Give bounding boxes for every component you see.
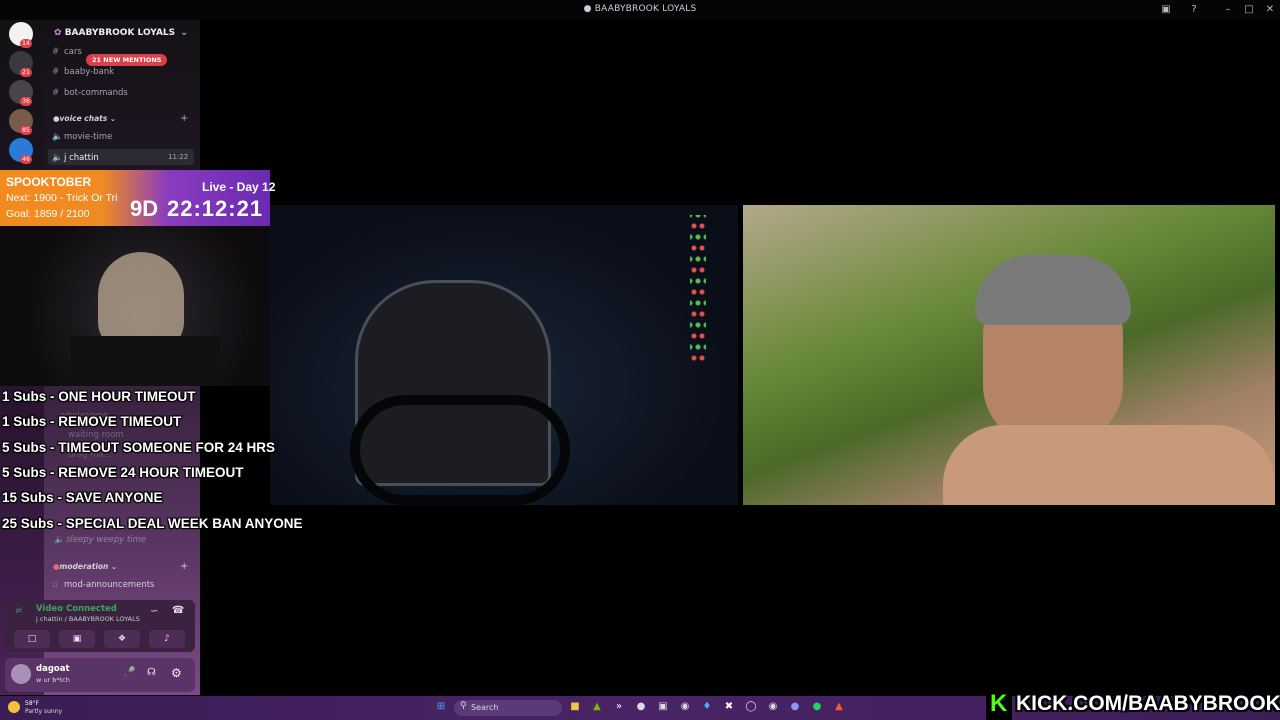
hash-icon: # xyxy=(52,67,60,77)
noise-suppression-icon[interactable]: ∽ xyxy=(150,606,158,617)
steering-wheel xyxy=(350,395,570,505)
screen-share-icon: ▣ xyxy=(72,634,82,644)
user-status: w ur b*tch xyxy=(36,676,70,684)
person-hair xyxy=(975,255,1131,325)
hash-icon: # xyxy=(52,88,60,98)
goal-progress: Goal: 1859 / 2100 xyxy=(6,208,90,220)
help-icon[interactable]: ? xyxy=(1186,2,1202,18)
soundboard-button[interactable]: ♪ xyxy=(149,630,185,648)
windows-start-icon[interactable]: ⊞ xyxy=(434,700,448,714)
video-feed-center[interactable] xyxy=(270,205,738,505)
category-moderation[interactable]: ●moderation ⌄ xyxy=(53,562,117,571)
spotify-icon[interactable]: ● xyxy=(810,700,824,714)
voice-status-channel[interactable]: j chattin / BAABYBROOK LOYALS xyxy=(36,615,140,623)
capcut-icon[interactable]: ✖ xyxy=(722,700,736,714)
sub-rule: 1 Subs - ONE HOUR TIMEOUT xyxy=(2,389,196,404)
channel-bot-commands[interactable]: # bot-commands xyxy=(52,88,128,98)
next-icon[interactable]: » xyxy=(612,700,626,714)
new-mentions-pill[interactable]: 21 NEW MENTIONS xyxy=(86,54,168,66)
weather-desc: Partly sunny xyxy=(25,708,63,715)
capture-icon[interactable]: ▣ xyxy=(656,700,670,714)
kick-url: KICK.COM/BAABYBROOK xyxy=(1016,692,1280,715)
sub-rule: 1 Subs - REMOVE TIMEOUT xyxy=(2,414,182,430)
screen-share-button[interactable]: ▣ xyxy=(59,630,95,648)
discord-icon: ● xyxy=(583,4,592,14)
timer-days: 9D xyxy=(130,196,159,221)
chrome-icon[interactable]: ◉ xyxy=(766,700,780,714)
sub-rule: 15 Subs - SAVE ANYONE xyxy=(2,490,163,506)
channel-baaby-bank[interactable]: # baaby-bank xyxy=(52,67,114,77)
live-day: Live - Day 12 xyxy=(202,180,276,194)
app-icon[interactable]: ♦ xyxy=(700,700,714,714)
sub-rule: 5 Subs - REMOVE 24 HOUR TIMEOUT xyxy=(2,464,244,480)
kick-banner: K KICK.COM/BAABYBROOK xyxy=(986,688,1280,720)
speaker-icon: 🔈 xyxy=(52,153,63,163)
timer-clock: 22:12:21 xyxy=(167,196,264,221)
sub-rule: 5 Subs - TIMEOUT SOMEONE FOR 24 HRS xyxy=(2,439,276,455)
weather-temp: 58°F xyxy=(25,700,40,707)
camera-toggle-button[interactable]: □ xyxy=(14,630,50,648)
channel-cars[interactable]: # cars xyxy=(52,47,82,57)
streamer-webcam xyxy=(0,226,284,386)
close-button[interactable]: ✕ xyxy=(1262,2,1278,18)
file-explorer-icon[interactable]: ■ xyxy=(568,700,582,714)
chevron-down-icon[interactable]: ⌄ xyxy=(180,27,188,38)
steam-icon[interactable]: ◉ xyxy=(678,700,692,714)
brave-icon[interactable]: ▲ xyxy=(832,700,846,714)
streamer-shirt xyxy=(70,336,220,386)
channel-mod-announcements[interactable]: ▫ mod-announcements xyxy=(52,580,154,590)
event-title: SPOOKTOBER xyxy=(6,175,92,189)
window-title: ● BAABYBROOK LOYALS xyxy=(583,4,697,14)
add-channel-icon[interactable]: + xyxy=(180,561,188,572)
video-feed-right[interactable] xyxy=(743,205,1275,505)
mention-badge: 85 xyxy=(20,126,32,135)
sub-rule: 25 Subs - SPECIAL DEAL WEEK BAN ANYONE xyxy=(2,515,303,531)
avatar[interactable] xyxy=(11,664,31,684)
christmas-lights xyxy=(690,215,706,365)
speaker-icon: 🔈 xyxy=(54,535,65,545)
inbox-icon[interactable]: ▣ xyxy=(1158,2,1174,18)
add-channel-icon[interactable]: + xyxy=(180,113,188,124)
search-placeholder: Search xyxy=(471,703,499,712)
weather-icon[interactable] xyxy=(8,701,20,713)
soundboard-icon: ♪ xyxy=(164,634,170,644)
camera-off-icon: □ xyxy=(27,634,37,644)
mention-badge: 14 xyxy=(20,39,32,48)
mention-badge: 36 xyxy=(20,97,32,106)
server-icon: ✿ xyxy=(54,28,62,38)
nvidia-icon[interactable]: ▲ xyxy=(590,700,604,714)
voice-status-label: Video Connected xyxy=(36,604,117,614)
mention-badge: 46 xyxy=(20,155,32,164)
gear-icon[interactable]: ⚙ xyxy=(171,666,182,680)
mention-badge: 21 xyxy=(20,68,32,77)
channel-sleepy-weepy-time[interactable]: 🔈sleepy weepy time xyxy=(54,535,146,545)
person-shoulders xyxy=(943,425,1275,505)
next-goal: Next: 1900 - Trick Or Tri xyxy=(6,192,118,204)
search-icon: ⚲ xyxy=(460,701,467,711)
headphones-icon[interactable]: ☊ xyxy=(147,667,156,678)
activities-icon: ❖ xyxy=(117,634,127,644)
hash-icon: # xyxy=(52,47,60,57)
speaker-icon: 🔈 xyxy=(52,132,63,142)
server-header[interactable]: ✿ BAABYBROOK LOYALS xyxy=(54,28,175,38)
voice-timer: 11:22 xyxy=(168,153,189,161)
username[interactable]: dagoat xyxy=(36,664,70,674)
discord-taskbar-icon[interactable]: ● xyxy=(788,700,802,714)
channel-j-chattin-label: 🔈j chattin xyxy=(52,153,99,163)
channel-waiting-room[interactable]: waiting room xyxy=(68,430,124,440)
activities-button[interactable]: ❖ xyxy=(104,630,140,648)
signal-icon[interactable]: ≓ xyxy=(15,606,23,616)
channel-movie-time[interactable]: 🔈movie-time xyxy=(52,132,112,142)
kick-logo: K xyxy=(990,690,1008,717)
disconnect-icon[interactable]: ☎ xyxy=(172,605,184,616)
minimize-button[interactable]: – xyxy=(1220,2,1236,18)
user-panel xyxy=(5,658,195,692)
microphone-icon[interactable]: 🎤 xyxy=(123,667,135,678)
megaphone-icon: ▫ xyxy=(52,580,58,590)
category-voice-chats[interactable]: ●voice chats ⌄ xyxy=(53,114,116,123)
obs-icon[interactable]: ● xyxy=(634,700,648,714)
xbox-icon[interactable]: ◯ xyxy=(744,700,758,714)
maximize-button[interactable]: □ xyxy=(1241,2,1257,18)
